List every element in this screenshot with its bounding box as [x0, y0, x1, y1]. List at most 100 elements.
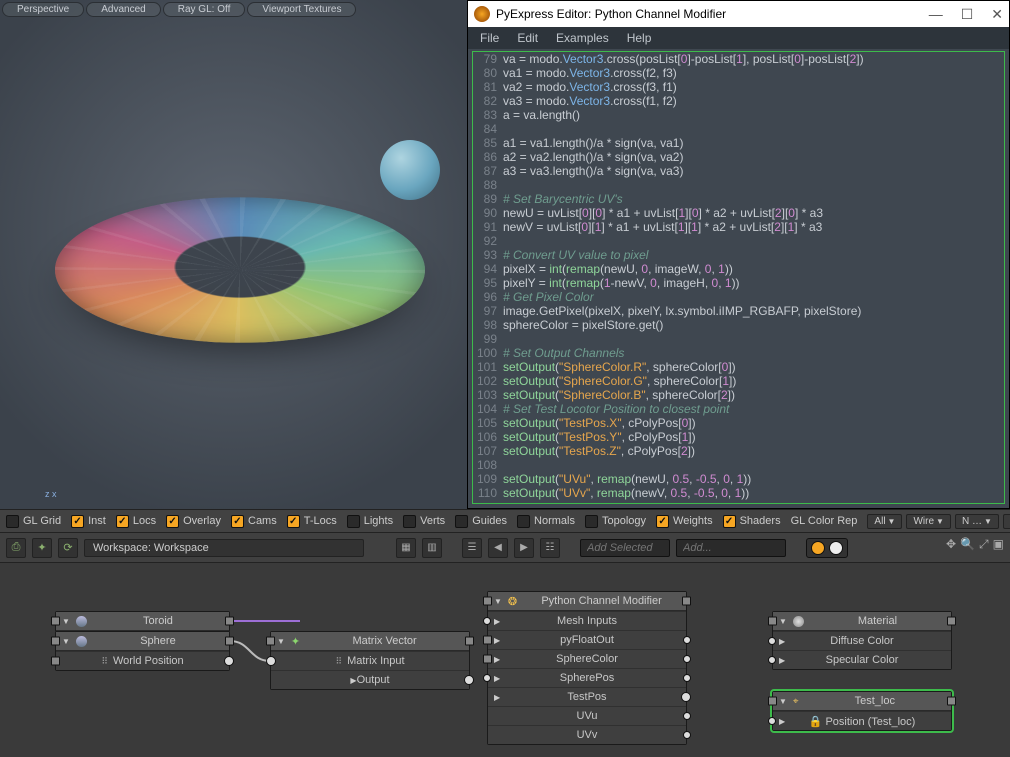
toggle-label: Topology [602, 515, 646, 527]
viewport-tab[interactable]: Viewport Textures [247, 2, 356, 17]
toggle-label: Locs [133, 515, 156, 527]
combo-all[interactable]: All▼ [867, 514, 902, 529]
combo-wire[interactable]: Wire▼ [906, 514, 950, 529]
toggle-label: Weights [673, 515, 713, 527]
material-icon [793, 616, 804, 627]
axis-gizmo: z x [45, 489, 57, 499]
toggle-normals[interactable] [517, 515, 530, 528]
frame-icon[interactable]: ▣ [993, 537, 1004, 552]
toggle-label: Shaders [740, 515, 781, 527]
menu-edit[interactable]: Edit [517, 31, 538, 45]
code-editor[interactable]: 79va = modo.Vector3.cross(posList[0]-pos… [472, 51, 1005, 504]
node-row[interactable]: 🔒 Position (Test_loc) [809, 715, 916, 728]
zoom-icon[interactable]: 🔍 [960, 537, 975, 552]
add-selected-input[interactable] [580, 539, 670, 557]
viewport-tab[interactable]: Ray GL: Off [163, 2, 246, 17]
toggle-cams[interactable] [231, 515, 244, 528]
gl-color-rep-label: GL Color Rep [791, 515, 858, 527]
node-matrix-vector[interactable]: ▼✦ Matrix Vector ⠿Matrix Input ▶Output [270, 631, 470, 690]
node-title: Toroid [93, 615, 223, 627]
node-title: Test_loc [805, 695, 945, 707]
node-title: Material [810, 615, 945, 627]
tool-icon-2[interactable]: ✦ [32, 538, 52, 558]
python-icon: ❂ [508, 595, 517, 608]
node-test-loc[interactable]: ▼⌖ Test_loc ▶🔒 Position (Test_loc) [772, 691, 952, 731]
arrow-left-icon[interactable]: ◀ [488, 538, 508, 558]
pan-icon[interactable]: ✥ [946, 537, 956, 552]
menu-file[interactable]: File [480, 31, 499, 45]
toggle-locs[interactable] [116, 515, 129, 528]
editor-title: PyExpress Editor: Python Channel Modifie… [496, 7, 726, 21]
toggle-label: Lights [364, 515, 393, 527]
workspace-selector[interactable]: Workspace: Workspace [84, 539, 364, 557]
node-row[interactable]: Matrix Input [347, 655, 404, 667]
fit-icon[interactable]: ⤢ [979, 537, 989, 552]
toggle-label: Overlay [183, 515, 221, 527]
toggle-label: Cams [248, 515, 277, 527]
toggle-lights[interactable] [347, 515, 360, 528]
toggle-guides[interactable] [455, 515, 468, 528]
pyexpress-editor-window: PyExpress Editor: Python Channel Modifie… [467, 0, 1010, 509]
combo-n …[interactable]: N …▼ [955, 514, 999, 529]
toggle-overlay[interactable] [166, 515, 179, 528]
node-material[interactable]: ▼ Material ▶Diffuse Color ▶Specular Colo… [772, 611, 952, 670]
toggle-label: Verts [420, 515, 445, 527]
node-row[interactable]: Mesh Inputs [557, 615, 617, 627]
node-row[interactable]: Output [357, 674, 390, 686]
toggle-gl-grid[interactable] [6, 515, 19, 528]
menu-examples[interactable]: Examples [556, 31, 609, 45]
editor-titlebar[interactable]: PyExpress Editor: Python Channel Modifie… [468, 1, 1009, 27]
record-toggle[interactable] [806, 538, 848, 558]
toggle-shaders[interactable] [723, 515, 736, 528]
editor-menubar: File Edit Examples Help [468, 27, 1009, 49]
torus-mesh [55, 197, 425, 343]
arrow-right-icon[interactable]: ▶ [514, 538, 534, 558]
node-row[interactable]: World Position [113, 655, 184, 667]
mesh-icon [76, 636, 87, 647]
node-row[interactable]: Specular Color [826, 654, 899, 666]
node-row[interactable]: UVu [577, 710, 598, 722]
tool-icon-1[interactable]: ⎙ [6, 538, 26, 558]
record-diamond-icon [811, 541, 825, 555]
node-row[interactable]: TestPos [567, 691, 606, 703]
grid-btn-1[interactable]: ▦ [396, 538, 416, 558]
combo-other[interactable]: Other▼ [1003, 514, 1010, 529]
node-graph-panel: ⎙ ✦ ⟳ Workspace: Workspace ▦ ▥ ☰ ◀ ▶ ☷ ✥… [0, 533, 1010, 757]
grid-btn-2[interactable]: ▥ [422, 538, 442, 558]
toggle-weights[interactable] [656, 515, 669, 528]
viewport-tab[interactable]: Perspective [2, 2, 84, 17]
maximize-icon[interactable]: ☐ [961, 6, 974, 23]
align-btn-1[interactable]: ☰ [462, 538, 482, 558]
viewport-tabs: PerspectiveAdvancedRay GL: OffViewport T… [0, 0, 358, 19]
toggle-label: Normals [534, 515, 575, 527]
node-row[interactable]: SphereColor [556, 653, 618, 665]
viewport-region: z x PerspectiveAdvancedRay GL: OffViewpo… [0, 0, 1010, 509]
node-row[interactable]: UVv [577, 729, 598, 741]
align-btn-2[interactable]: ☷ [540, 538, 560, 558]
node-row[interactable]: SpherePos [560, 672, 614, 684]
node-row[interactable]: Diffuse Color [830, 635, 893, 647]
toggle-verts[interactable] [403, 515, 416, 528]
toggle-t-locs[interactable] [287, 515, 300, 528]
toggle-topology[interactable] [585, 515, 598, 528]
node-toroid[interactable]: ▼ Toroid [55, 611, 230, 632]
node-python-channel-modifier[interactable]: ▼❂ Python Channel Modifier ▶Mesh Inputs … [487, 591, 687, 745]
node-sphere[interactable]: ▼ Sphere ⠿World Position [55, 631, 230, 671]
node-graph-canvas[interactable]: ▼ Toroid ▼ Sphere ⠿World Position ▼✦ Mat… [0, 563, 1010, 757]
add-input[interactable] [676, 539, 786, 557]
node-title: Matrix Vector [306, 635, 463, 647]
minimize-icon[interactable]: — [929, 6, 943, 23]
close-icon[interactable]: ✕ [991, 6, 1003, 23]
viewport-canvas[interactable]: z x [0, 0, 467, 509]
menu-help[interactable]: Help [627, 31, 652, 45]
toggle-inst[interactable] [71, 515, 84, 528]
tool-icon-3[interactable]: ⟳ [58, 538, 78, 558]
node-title: Sphere [93, 635, 223, 647]
graph-view-icons: ✥ 🔍 ⤢ ▣ [946, 537, 1004, 552]
viewport-toggle-bar: GL GridInstLocsOverlayCamsT-LocsLightsVe… [0, 509, 1010, 533]
viewport-tab[interactable]: Advanced [86, 2, 160, 17]
toggle-label: GL Grid [23, 515, 61, 527]
vector-icon: ✦ [291, 635, 300, 648]
locator-icon: ⌖ [793, 696, 799, 707]
node-row[interactable]: pyFloatOut [560, 634, 614, 646]
